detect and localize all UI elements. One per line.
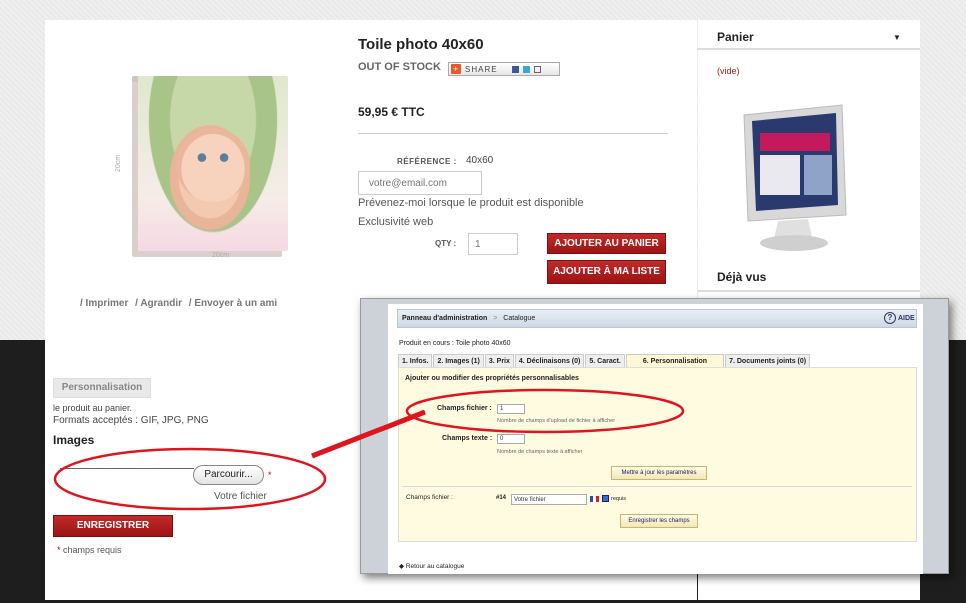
breadcrumb-separator: > bbox=[493, 315, 498, 322]
tab-prix[interactable]: 3. Prix bbox=[484, 354, 514, 367]
browse-button[interactable]: Parcourir... bbox=[193, 465, 264, 485]
divider bbox=[358, 133, 668, 134]
file-label: Votre fichier bbox=[214, 491, 267, 502]
tab-personnalisation[interactable]: Personnalisation bbox=[53, 378, 151, 398]
help-icon: ? bbox=[884, 312, 896, 324]
quantity-label: QTY : bbox=[435, 239, 457, 248]
share-label: SHARE bbox=[465, 64, 498, 74]
update-settings-button[interactable]: Mettre à jour les paramètres bbox=[611, 466, 707, 480]
save-button[interactable]: ENREGISTRER bbox=[53, 515, 173, 537]
twitter-icon bbox=[522, 65, 530, 73]
share-button[interactable]: + SHARE bbox=[448, 62, 560, 76]
admin-breadcrumb: Panneau d'administration > Catalogue bbox=[397, 309, 917, 328]
text-fields-hint: Nombre de champs texte à afficher bbox=[497, 449, 583, 455]
cart-title[interactable]: Panier bbox=[717, 30, 754, 44]
file-input[interactable] bbox=[60, 468, 194, 469]
reference-label: RÉFÉRENCE : bbox=[397, 157, 457, 166]
file-fields-input[interactable]: 1 bbox=[497, 404, 525, 414]
stock-status: OUT OF STOCK bbox=[358, 61, 441, 73]
file-fields-label: Champs fichier : bbox=[437, 405, 492, 412]
facebook-icon bbox=[511, 65, 519, 73]
send-to-friend-link[interactable]: / Envoyer à un ami bbox=[189, 298, 277, 309]
text-fields-label: Champs texte : bbox=[442, 435, 493, 442]
required-checkbox[interactable] bbox=[602, 495, 609, 502]
help-label: AIDE bbox=[898, 315, 915, 322]
tab-personnalisation-admin[interactable]: 6. Personnalisation bbox=[625, 354, 725, 367]
custom-file-label: Champs fichier : bbox=[406, 494, 453, 501]
save-fields-button[interactable]: Enregistrer les champs bbox=[620, 514, 698, 528]
breadcrumb-root[interactable]: Panneau d'administration bbox=[402, 315, 487, 322]
required-marker: * bbox=[268, 470, 272, 480]
cart-empty-text: (vide) bbox=[717, 66, 740, 76]
customization-description: le produit au panier. bbox=[53, 403, 133, 413]
breadcrumb-current[interactable]: Catalogue bbox=[503, 315, 535, 322]
product-price: 59,95 € TTC bbox=[358, 105, 425, 119]
custom-file-name-input[interactable]: Votre fichier bbox=[511, 494, 587, 505]
product-title: Toile photo 40x60 bbox=[358, 36, 484, 53]
reference-value: 40x60 bbox=[466, 155, 494, 166]
file-fields-hint: Nombre de champs d'upload de fichier à a… bbox=[497, 418, 616, 424]
images-heading: Images bbox=[53, 433, 95, 447]
tab-caract[interactable]: 5. Caract. bbox=[585, 354, 625, 367]
required-note-text: champs requis bbox=[63, 545, 122, 555]
divider bbox=[698, 48, 920, 50]
chevron-down-icon[interactable]: ▼ bbox=[893, 33, 901, 42]
back-arrow-icon: ◆ bbox=[399, 563, 406, 570]
back-to-catalog-link[interactable]: ◆ Retour au catalogue bbox=[399, 562, 464, 570]
notify-email-input[interactable] bbox=[358, 171, 482, 195]
required-checkbox-label: requis bbox=[611, 496, 626, 502]
text-fields-input[interactable]: 0 bbox=[497, 434, 525, 444]
admin-current-product: Produit en cours : Toile photo 40x60 bbox=[399, 340, 511, 347]
accepted-formats: Formats acceptés : GIF, JPG, PNG bbox=[53, 415, 209, 426]
enlarge-link[interactable]: / Agrandir bbox=[135, 298, 182, 309]
plus-icon: + bbox=[451, 64, 461, 74]
image-dimension-width: 20cm bbox=[212, 252, 230, 259]
divider bbox=[402, 486, 912, 487]
print-link[interactable]: / Imprimer bbox=[80, 298, 128, 309]
required-marker: * bbox=[57, 545, 61, 555]
exclusive-text: Exclusivité web bbox=[358, 216, 434, 228]
admin-tabs: 1. Infos. 2. Images (1) 3. Prix 4. Décli… bbox=[398, 354, 811, 367]
tab-declinaisons[interactable]: 4. Déclinaisons (0) bbox=[514, 354, 585, 367]
back-link-label: Retour au catalogue bbox=[405, 563, 465, 570]
product-image-detail bbox=[176, 128, 250, 202]
quantity-input[interactable] bbox=[468, 233, 518, 255]
divider bbox=[698, 290, 920, 292]
tab-images[interactable]: 2. Images (1) bbox=[433, 354, 484, 367]
add-to-wishlist-button[interactable]: AJOUTER À MA LISTE bbox=[547, 260, 666, 284]
help-link[interactable]: ? AIDE bbox=[884, 312, 915, 324]
add-to-cart-button[interactable]: AJOUTER AU PANIER bbox=[547, 233, 666, 254]
required-note: * champs requis bbox=[57, 545, 122, 555]
tab-documents[interactable]: 7. Documents joints (0) bbox=[725, 354, 811, 367]
email-icon bbox=[533, 65, 541, 73]
french-flag-icon[interactable] bbox=[590, 496, 599, 502]
recently-viewed-title: Déjà vus bbox=[717, 270, 767, 284]
admin-panel-title: Ajouter ou modifier des propriétés perso… bbox=[405, 375, 579, 382]
image-actions: / Imprimer / Agrandir / Envoyer à un ami bbox=[80, 298, 281, 309]
custom-file-id: #14 bbox=[496, 495, 507, 501]
tab-infos[interactable]: 1. Infos. bbox=[398, 354, 433, 367]
monitor-illustration bbox=[743, 104, 847, 251]
notify-text[interactable]: Prévenez-moi lorsque le produit est disp… bbox=[358, 197, 584, 209]
image-dimension-height: 20cm bbox=[115, 154, 123, 173]
